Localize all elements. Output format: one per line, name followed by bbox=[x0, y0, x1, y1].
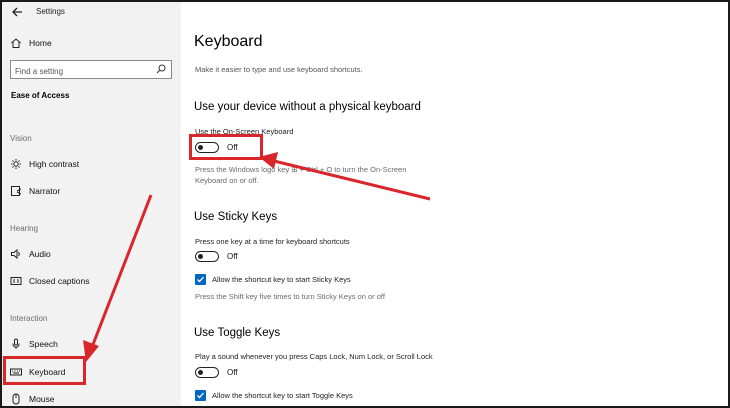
help-line-1: Press the Windows logo key ⊞ + Ctrl + O … bbox=[195, 165, 407, 174]
group-label-interaction: Interaction bbox=[10, 314, 48, 323]
closed-captions-label: Closed captions bbox=[29, 276, 90, 286]
sticky-keys-label: Press one key at a time for keyboard sho… bbox=[195, 237, 350, 246]
toggle-knob bbox=[198, 253, 203, 259]
main-content: Keyboard Make it easier to type and use … bbox=[181, 2, 728, 406]
home-icon bbox=[10, 37, 22, 49]
high-contrast-icon bbox=[10, 158, 22, 170]
sidebar-item-closed-captions[interactable]: Closed captions bbox=[2, 269, 181, 293]
sticky-keys-heading: Use Sticky Keys bbox=[194, 211, 278, 223]
toggle-knob bbox=[198, 369, 203, 375]
group-label-hearing: Hearing bbox=[10, 224, 39, 233]
home-label: Home bbox=[29, 38, 52, 48]
annotation-box-toggle bbox=[189, 134, 263, 160]
mouse-label: Mouse bbox=[29, 394, 55, 404]
sidebar-item-audio[interactable]: Audio bbox=[2, 242, 181, 266]
page-title: Keyboard bbox=[194, 33, 263, 50]
toggle-keys-shortcut-checkbox[interactable]: Allow the shortcut key to start Toggle K… bbox=[195, 390, 353, 401]
microphone-icon bbox=[10, 338, 22, 350]
back-arrow-icon[interactable] bbox=[10, 5, 24, 19]
sidebar-item-mouse[interactable]: Mouse bbox=[2, 387, 181, 406]
sticky-keys-help: Press the Shift key five times to turn S… bbox=[195, 292, 385, 301]
search-icon[interactable] bbox=[156, 64, 166, 74]
page-description: Make it easier to type and use keyboard … bbox=[195, 65, 363, 74]
checkbox-checked[interactable] bbox=[195, 390, 206, 401]
sticky-keys-shortcut-checkbox[interactable]: Allow the shortcut key to start Sticky K… bbox=[195, 274, 351, 285]
toggle-state: Off bbox=[227, 252, 238, 261]
section-title: Ease of Access bbox=[11, 91, 70, 100]
narrator-label: Narrator bbox=[29, 186, 61, 196]
toggle-keys-label: Play a sound whenever you press Caps Loc… bbox=[195, 352, 433, 361]
speaker-icon bbox=[10, 248, 22, 260]
search-input[interactable] bbox=[11, 63, 151, 80]
toggle-keys-heading: Use Toggle Keys bbox=[194, 327, 281, 339]
onscreen-keyboard-heading: Use your device without a physical keybo… bbox=[194, 101, 421, 113]
help-line-2: Keyboard on or off. bbox=[195, 176, 259, 185]
search-field[interactable] bbox=[10, 60, 172, 80]
sidebar: Settings Home Ease of Access Vision High… bbox=[2, 2, 181, 406]
toggle-state: Off bbox=[227, 368, 238, 377]
audio-label: Audio bbox=[29, 249, 51, 259]
sidebar-item-narrator[interactable]: Narrator bbox=[2, 179, 181, 203]
mouse-icon bbox=[10, 393, 22, 405]
sticky-keys-toggle[interactable]: Off bbox=[195, 251, 238, 262]
narrator-icon bbox=[10, 185, 22, 197]
toggle-switch[interactable] bbox=[195, 367, 219, 378]
checkmark-icon bbox=[197, 392, 204, 399]
high-contrast-label: High contrast bbox=[29, 159, 80, 169]
speech-label: Speech bbox=[29, 339, 58, 349]
closed-captions-icon bbox=[10, 275, 22, 287]
sidebar-item-speech[interactable]: Speech bbox=[2, 332, 181, 356]
checkmark-icon bbox=[197, 276, 204, 283]
checkbox-checked[interactable] bbox=[195, 274, 206, 285]
toggle-keys-toggle[interactable]: Off bbox=[195, 367, 238, 378]
annotation-box-keyboard bbox=[3, 356, 86, 385]
title-bar: Settings bbox=[2, 2, 181, 24]
onscreen-keyboard-help: Press the Windows logo key ⊞ + Ctrl + O … bbox=[195, 164, 406, 186]
window-title: Settings bbox=[36, 7, 65, 16]
group-label-vision: Vision bbox=[10, 134, 32, 143]
checkbox-label: Allow the shortcut key to start Sticky K… bbox=[212, 275, 351, 284]
sidebar-item-home[interactable]: Home bbox=[2, 31, 181, 55]
checkbox-label: Allow the shortcut key to start Toggle K… bbox=[212, 391, 353, 400]
sidebar-item-high-contrast[interactable]: High contrast bbox=[2, 152, 181, 176]
toggle-switch[interactable] bbox=[195, 251, 219, 262]
screenshot-frame: Settings Home Ease of Access Vision High… bbox=[0, 0, 730, 408]
